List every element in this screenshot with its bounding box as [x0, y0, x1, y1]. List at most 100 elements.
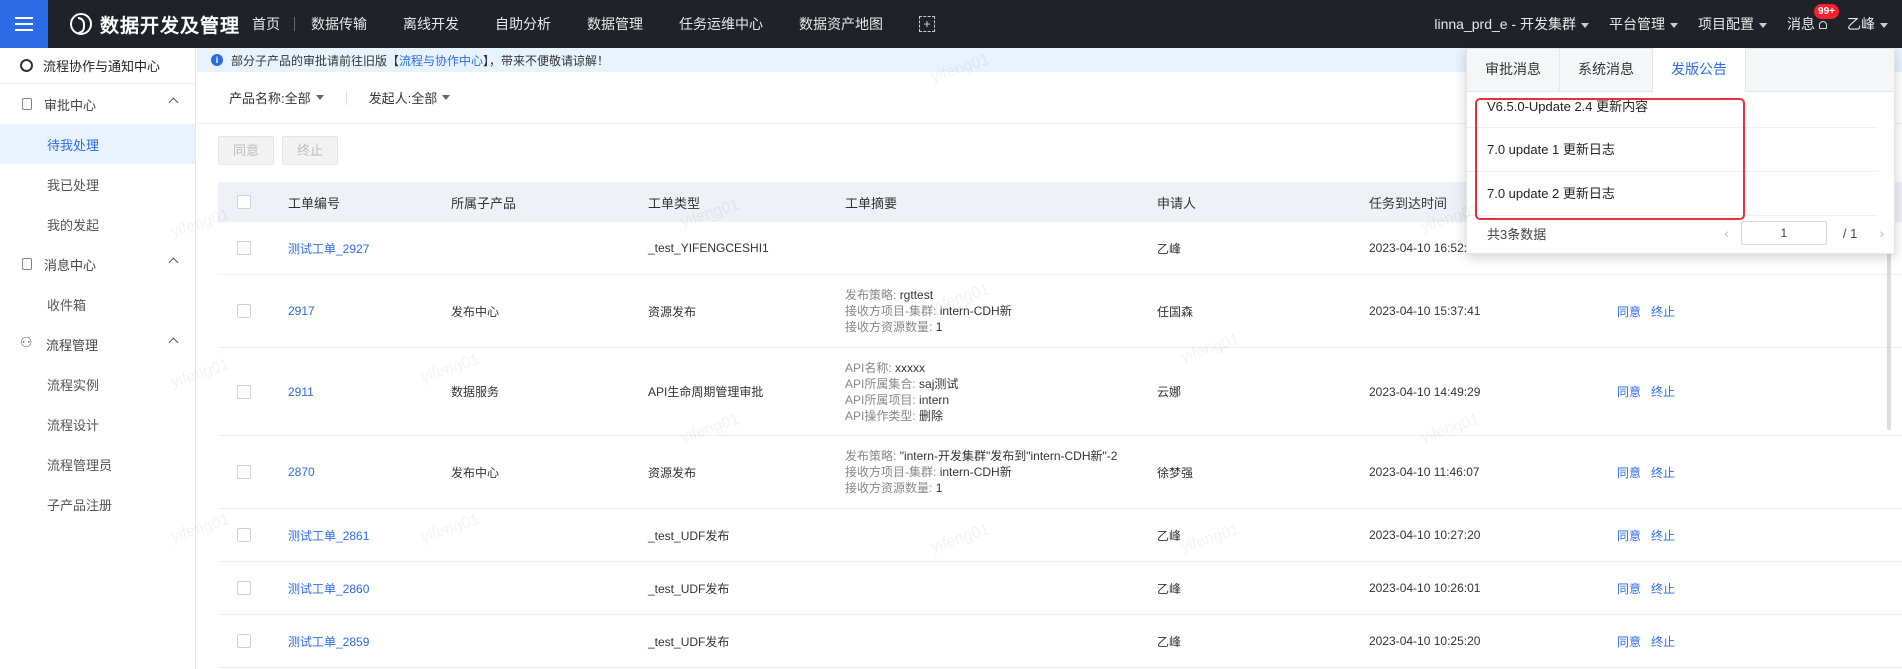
agree-button[interactable]: 同意	[218, 135, 275, 165]
project-config-menu[interactable]: 项目配置	[1698, 14, 1767, 34]
sidebar-group-approval[interactable]: 审批中心	[0, 84, 195, 124]
summary-line: 发布策略: "intern-开发集群"发布到"intern-CDH新"-2	[845, 448, 1149, 464]
row-terminate-link[interactable]: 终止	[1651, 582, 1675, 596]
select-all-checkbox[interactable]	[237, 195, 251, 209]
logo-icon	[70, 13, 92, 35]
nav-self-analysis[interactable]: 自助分析	[495, 14, 551, 34]
ticket-type: 资源发布	[648, 465, 697, 480]
ticket-arrival-time: 2023-04-10 15:37:41	[1369, 304, 1481, 318]
row-agree-link[interactable]: 同意	[1617, 466, 1641, 480]
summary-value: intern-CDH新	[939, 304, 1012, 318]
summary-key: API所属集合:	[845, 376, 916, 391]
summary-key: API名称:	[845, 360, 892, 375]
tab-system-messages[interactable]: 系统消息	[1560, 48, 1653, 91]
nav-task-ops[interactable]: 任务运维中心	[679, 14, 763, 34]
sidebar-item-register[interactable]: 子产品注册	[0, 484, 195, 524]
user-name: 乙峰	[1847, 16, 1875, 32]
fullscreen-icon[interactable]: +	[919, 16, 936, 32]
row-terminate-link[interactable]: 终止	[1651, 305, 1675, 319]
project-cluster-select[interactable]: linna_prd_e - 开发集群	[1434, 14, 1589, 34]
messages-button[interactable]: 消息 99+	[1787, 4, 1839, 34]
ticket-no-link[interactable]: 测试工单_2927	[288, 240, 451, 257]
nav-divider	[294, 17, 296, 31]
ticket-arrival-time: 2023-04-10 11:46:07	[1369, 465, 1480, 479]
tab-release-notes[interactable]: 发版公告	[1653, 48, 1746, 92]
ticket-no-link[interactable]: 2917	[288, 304, 451, 318]
sidebar-group-process[interactable]: 流程管理	[0, 324, 195, 364]
summary-line: API操作类型: 删除	[845, 408, 1149, 424]
product-filter[interactable]: 产品名称:全部	[229, 88, 324, 107]
ticket-product: 数据服务	[451, 385, 500, 399]
tab-approval-messages[interactable]: 审批消息	[1467, 48, 1560, 91]
ticket-applicant: 任国森	[1157, 304, 1194, 319]
nav-data-transfer[interactable]: 数据传输	[311, 14, 367, 34]
sidebar-item-initiated[interactable]: 我的发起	[0, 204, 195, 244]
header-ticket-no: 工单编号	[288, 195, 341, 211]
row-checkbox[interactable]	[237, 241, 251, 255]
ticket-no-link[interactable]: 测试工单_2861	[288, 527, 451, 544]
user-menu[interactable]: 乙峰	[1847, 14, 1888, 34]
chevron-up-icon	[168, 337, 179, 348]
row-terminate-link[interactable]: 终止	[1651, 529, 1675, 543]
notice-prefix: 部分子产品的审批请前往旧版【	[231, 53, 400, 68]
app-logo[interactable]: 数据开发及管理	[70, 11, 240, 38]
terminate-button[interactable]: 终止	[282, 135, 339, 165]
nav-data-management[interactable]: 数据管理	[587, 14, 643, 34]
sidebar: 流程协作与通知中心 审批中心 待我处理 我已处理 我的发起 消息中心 收件箱 流…	[0, 48, 196, 669]
row-check-cell	[218, 465, 288, 479]
row-checkbox[interactable]	[237, 634, 251, 648]
next-page-icon[interactable]: ›	[1879, 225, 1884, 241]
workflow-icon	[20, 334, 34, 351]
sidebar-item-pending[interactable]: 待我处理	[0, 124, 195, 164]
ticket-no-link[interactable]: 测试工单_2859	[288, 633, 451, 650]
app-title: 数据开发及管理	[100, 15, 241, 37]
summary-key: 发布策略:	[845, 449, 897, 463]
row-checkbox[interactable]	[237, 384, 251, 399]
row-checkbox[interactable]	[237, 465, 251, 479]
notice-link[interactable]: 流程与协作中心	[399, 52, 483, 69]
chevron-down-icon	[1581, 22, 1589, 28]
row-agree-link[interactable]: 同意	[1617, 385, 1641, 399]
row-agree-link[interactable]: 同意	[1617, 635, 1641, 649]
row-agree-link[interactable]: 同意	[1617, 582, 1641, 596]
initiator-filter[interactable]: 发起人:全部	[369, 88, 451, 107]
platform-management-menu[interactable]: 平台管理	[1609, 14, 1678, 34]
row-checkbox[interactable]	[237, 581, 251, 595]
popover-tabs: 审批消息 系统消息 发版公告	[1467, 48, 1894, 92]
summary-line: 接收方项目-集群: intern-CDH新	[845, 464, 1149, 480]
ticket-type: _test_UDF发布	[648, 581, 730, 596]
ticket-summary: 发布策略: "intern-开发集群"发布到"intern-CDH新"-2 接收方…	[845, 448, 1157, 496]
row-agree-link[interactable]: 同意	[1617, 305, 1641, 319]
summary-line: 接收方资源数量: 1	[845, 480, 1149, 496]
row-terminate-link[interactable]: 终止	[1651, 385, 1675, 399]
table-row: 2917 发布中心 资源发布 发布策略: rgttest 接收方项目-集群: inter…	[218, 275, 1902, 348]
table-row: 测试工单_2860 _test_UDF发布 乙峰 2023-04-10 10:26:0…	[218, 562, 1902, 615]
summary-key: 接收方项目-集群:	[845, 304, 937, 318]
row-checkbox[interactable]	[237, 528, 251, 542]
summary-value: rgttest	[899, 288, 934, 302]
prev-page-icon[interactable]: ‹	[1724, 225, 1729, 241]
row-terminate-link[interactable]: 终止	[1651, 635, 1675, 649]
sidebar-item-inbox[interactable]: 收件箱	[0, 284, 195, 324]
row-terminate-link[interactable]: 终止	[1651, 466, 1675, 480]
nav-data-asset-map[interactable]: 数据资产地图	[799, 14, 883, 34]
ticket-no-link[interactable]: 2870	[288, 465, 451, 479]
sidebar-group-messages[interactable]: 消息中心	[0, 244, 195, 284]
nav-offline-dev[interactable]: 离线开发	[403, 14, 459, 34]
ticket-no-link[interactable]: 2911	[288, 385, 451, 399]
summary-key: 接收方资源数量:	[845, 320, 933, 334]
sidebar-item-processed[interactable]: 我已处理	[0, 164, 195, 204]
hamburger-menu-icon[interactable]	[0, 0, 48, 48]
summary-line: 接收方项目-集群: intern-CDH新	[845, 303, 1149, 319]
summary-value: 1	[935, 481, 943, 495]
nav-home[interactable]: 首页	[252, 14, 280, 34]
sidebar-item-design[interactable]: 流程设计	[0, 404, 195, 444]
document-icon	[22, 258, 32, 270]
row-checkbox[interactable]	[237, 304, 251, 318]
page-input[interactable]: 1	[1740, 221, 1827, 245]
ticket-no-link[interactable]: 测试工单_2860	[288, 580, 451, 597]
row-agree-link[interactable]: 同意	[1617, 529, 1641, 543]
row-check-cell	[218, 634, 288, 648]
sidebar-item-instances[interactable]: 流程实例	[0, 364, 195, 404]
sidebar-item-admins[interactable]: 流程管理员	[0, 444, 195, 484]
